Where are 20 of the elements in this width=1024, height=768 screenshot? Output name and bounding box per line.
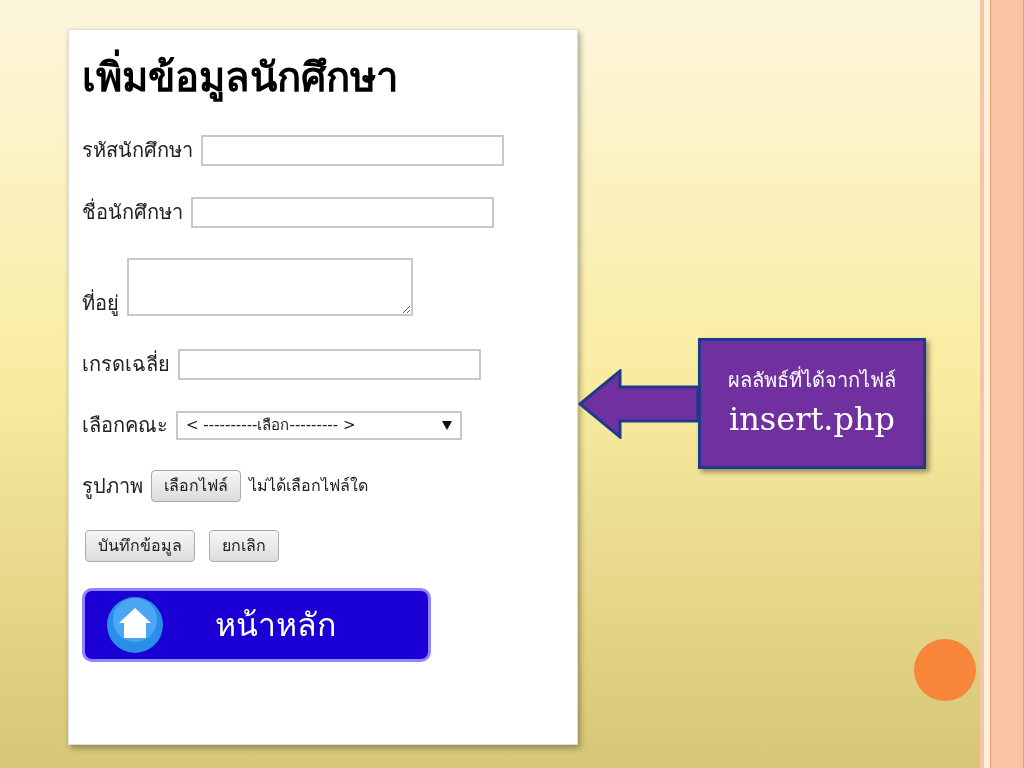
file-status: ไม่ได้เลือกไฟล์ใด <box>249 475 368 497</box>
field-label: ที่อยู่ <box>82 288 119 318</box>
field-label: รหัสนักศึกษา <box>82 137 193 164</box>
choose-file-button[interactable]: เลือกไฟล์ <box>151 470 241 502</box>
form-button[interactable]: ยกเลิก <box>209 530 279 562</box>
caret-icon <box>442 420 452 430</box>
form-button[interactable]: บันทึกข้อมูล <box>85 530 195 562</box>
field-label: เกรดเฉลี่ย <box>82 349 170 378</box>
text-area[interactable] <box>127 258 413 316</box>
text-field[interactable] <box>191 196 494 228</box>
home-icon <box>105 596 165 654</box>
field-label: ชื่อนักศึกษา <box>82 197 183 226</box>
callout-text: ผลลัพธ์ที่ได้จากไฟล์ <box>728 365 896 394</box>
field-label: เลือกคณะ <box>82 412 168 439</box>
field-label: รูปภาพ <box>82 473 143 501</box>
text-field[interactable] <box>201 134 504 166</box>
home-button[interactable]: หน้าหลัก <box>82 588 431 662</box>
dropdown[interactable]: < ----------เลือก--------- > <box>176 410 462 440</box>
text-field[interactable] <box>178 348 481 380</box>
callout-filename: insert.php <box>728 398 896 440</box>
